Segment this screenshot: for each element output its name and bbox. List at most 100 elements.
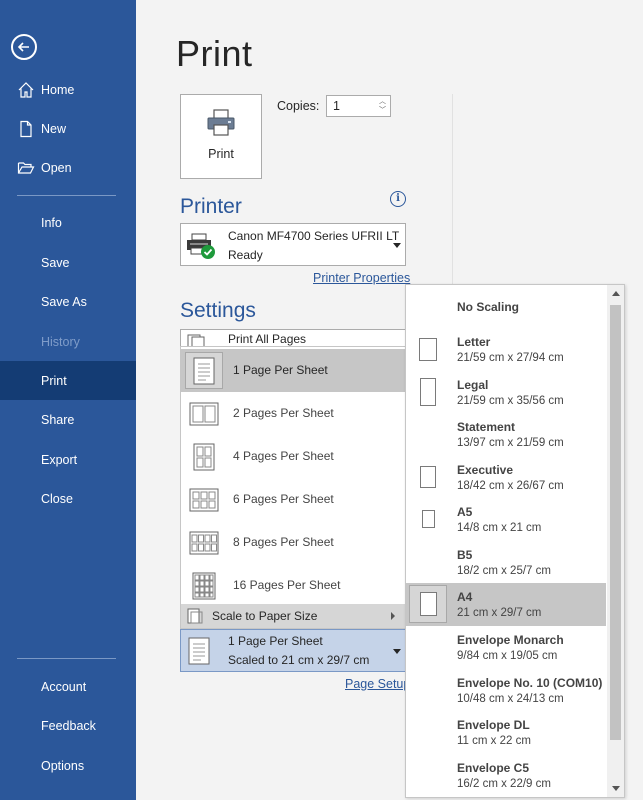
two-pages-icon [185,395,223,432]
sidebar-item-label: Home [41,82,75,97]
pages-per-sheet-dropdown[interactable]: 1 Page Per Sheet Scaled to 21 cm x 29/7 … [180,629,406,672]
pages-per-sheet-option[interactable]: 2 Pages Per Sheet [181,392,405,435]
paper-size-dims: 18/42 cm x 26/67 cm [457,480,564,492]
print-button-label: Print [208,147,234,161]
spin-arrows-icon[interactable]: ︿ ﹀ [378,97,387,115]
pages-per-sheet-option[interactable]: 4 Pages Per Sheet [181,435,405,478]
scrollbar-thumb[interactable] [610,305,621,740]
flyout-scrollbar[interactable] [607,285,624,797]
sidebar-item-history: History [0,322,136,361]
paper-size-dims: 21/59 cm x 35/56 cm [457,395,564,407]
pages-per-sheet-value: 1 Page Per Sheet [228,634,323,648]
print-button[interactable]: Print [180,94,262,179]
one-page-icon [185,352,223,389]
paper-size-option[interactable]: Executive 18/42 cm x 26/67 cm [406,456,606,499]
paper-size-option[interactable]: Envelope Monarch 9/84 cm x 19/05 cm [406,626,606,669]
paper-sheet-icon [409,458,447,496]
option-label: 1 Page Per Sheet [233,363,328,377]
printer-properties-link[interactable]: Printer Properties [313,271,410,285]
paper-size-option[interactable]: Legal 21/59 cm x 35/56 cm [406,371,606,414]
paper-size-dims: 21/59 cm x 27/94 cm [457,352,564,364]
sidebar-item-print[interactable]: Print [0,361,136,400]
sidebar-item-close[interactable]: Close [0,479,136,518]
paper-size-dims: 16/2 cm x 22/9 cm [457,778,551,790]
backstage-sidebar: Home New Open Info Save Save As History … [0,0,136,800]
settings-heading: Settings [180,299,256,322]
pages-per-sheet-option[interactable]: 6 Pages Per Sheet [181,478,405,521]
paper-size-name: Envelope DL [457,718,530,732]
paper-size-name: No Scaling [457,300,520,314]
sidebar-item-label: Feedback [41,718,96,733]
option-label: 6 Pages Per Sheet [233,492,334,506]
paper-size-option[interactable]: Envelope C5 16/2 cm x 22/9 cm [406,754,606,797]
paper-size-option[interactable]: A4 21 cm x 29/7 cm [406,583,606,626]
paper-sheet-icon [409,330,447,368]
pages-per-sheet-option[interactable]: 8 Pages Per Sheet [181,521,405,564]
page-setup-link[interactable]: Page Setup [345,677,410,691]
printer-dropdown[interactable]: Canon MF4700 Series UFRII LT Ready [180,223,406,266]
sidebar-item-label: Open [41,160,72,175]
info-icon[interactable]: i [390,191,406,207]
pages-per-sheet-menu: 1 Page Per Sheet 2 Pages Per Sheet 4 Pag… [180,346,406,629]
paper-size-option[interactable]: Envelope No. 10 (COM10) 10/48 cm x 24/13… [406,669,606,712]
paper-size-name: Envelope Monarch [457,633,564,647]
sidebar-item-label: Close [41,491,73,506]
sidebar-item-label: Info [41,215,62,230]
page-title: Print [176,33,253,74]
paper-size-dims: 10/48 cm x 24/13 cm [457,693,564,705]
print-range-label: Print All Pages [228,332,307,346]
paper-sheet-icon [409,500,447,538]
paper-sheet-icon [409,585,447,623]
option-label: 8 Pages Per Sheet [233,535,334,549]
printer-status: Ready [228,248,263,262]
sidebar-item-label: Save [41,255,70,270]
eight-pages-icon [185,524,223,561]
scroll-up-button[interactable] [607,285,624,302]
sidebar-item-info[interactable]: Info [0,203,136,242]
scale-page-icon [187,608,203,627]
sidebar-item-export[interactable]: Export [0,440,136,479]
sidebar-item-home[interactable]: Home [0,70,136,109]
sidebar-item-share[interactable]: Share [0,400,136,439]
copies-stepper[interactable]: 1 ︿ ﹀ [326,95,391,117]
sidebar-item-label: History [41,334,80,349]
paper-size-dims: 11 cm x 22 cm [457,735,531,747]
paper-size-dims: 13/97 cm x 21/59 cm [457,437,564,449]
printer-ready-icon [186,232,218,263]
paper-size-name: Executive [457,463,514,477]
chevron-down-icon [393,243,401,248]
paper-size-option[interactable]: Statement 13/97 cm x 21/59 cm [406,413,606,456]
triangle-down-icon [612,786,620,791]
sidebar-item-account[interactable]: Account [0,667,136,706]
sidebar-item-feedback[interactable]: Feedback [0,706,136,745]
six-pages-icon [185,481,223,518]
scale-to-paper-size-item[interactable]: Scale to Paper Size [181,604,405,628]
printer-name: Canon MF4700 Series UFRII LT [228,229,400,243]
paper-size-name: Envelope No. 10 (COM10) [457,676,603,690]
paper-sheet-icon [409,373,447,411]
paper-size-dims: 14/8 cm x 21 cm [457,522,542,534]
paper-size-name: A4 [457,590,473,604]
paper-size-option[interactable]: A5 14/8 cm x 21 cm [406,498,606,541]
paper-size-flyout: No Scaling Letter 21/59 cm x 27/94 cm Le… [405,284,625,798]
paper-size-option[interactable]: Envelope DL 11 cm x 22 cm [406,711,606,754]
sidebar-item-save[interactable]: Save [0,243,136,282]
scroll-down-button[interactable] [607,780,624,797]
sidebar-item-open[interactable]: Open [0,148,136,187]
sidebar-item-save-as[interactable]: Save As [0,282,136,321]
sidebar-item-new[interactable]: New [0,109,136,148]
paper-size-option[interactable]: No Scaling [406,286,606,329]
back-arrow-icon[interactable] [11,34,37,60]
paper-size-name: Letter [457,335,491,349]
paper-size-option[interactable]: Letter 21/59 cm x 27/94 cm [406,328,606,371]
sidebar-item-options[interactable]: Options [0,746,136,785]
pages-per-sheet-option[interactable]: 1 Page Per Sheet [181,349,405,392]
paper-size-name: Statement [457,420,516,434]
paper-size-name: Legal [457,378,489,392]
paper-size-option[interactable]: B5 18/2 cm x 25/7 cm [406,541,606,584]
option-label: 4 Pages Per Sheet [233,449,334,463]
triangle-up-icon [612,291,620,296]
paper-size-name: A5 [457,505,473,519]
pages-per-sheet-option[interactable]: 16 Pages Per Sheet [181,564,405,607]
printer-heading: Printer [180,195,242,218]
